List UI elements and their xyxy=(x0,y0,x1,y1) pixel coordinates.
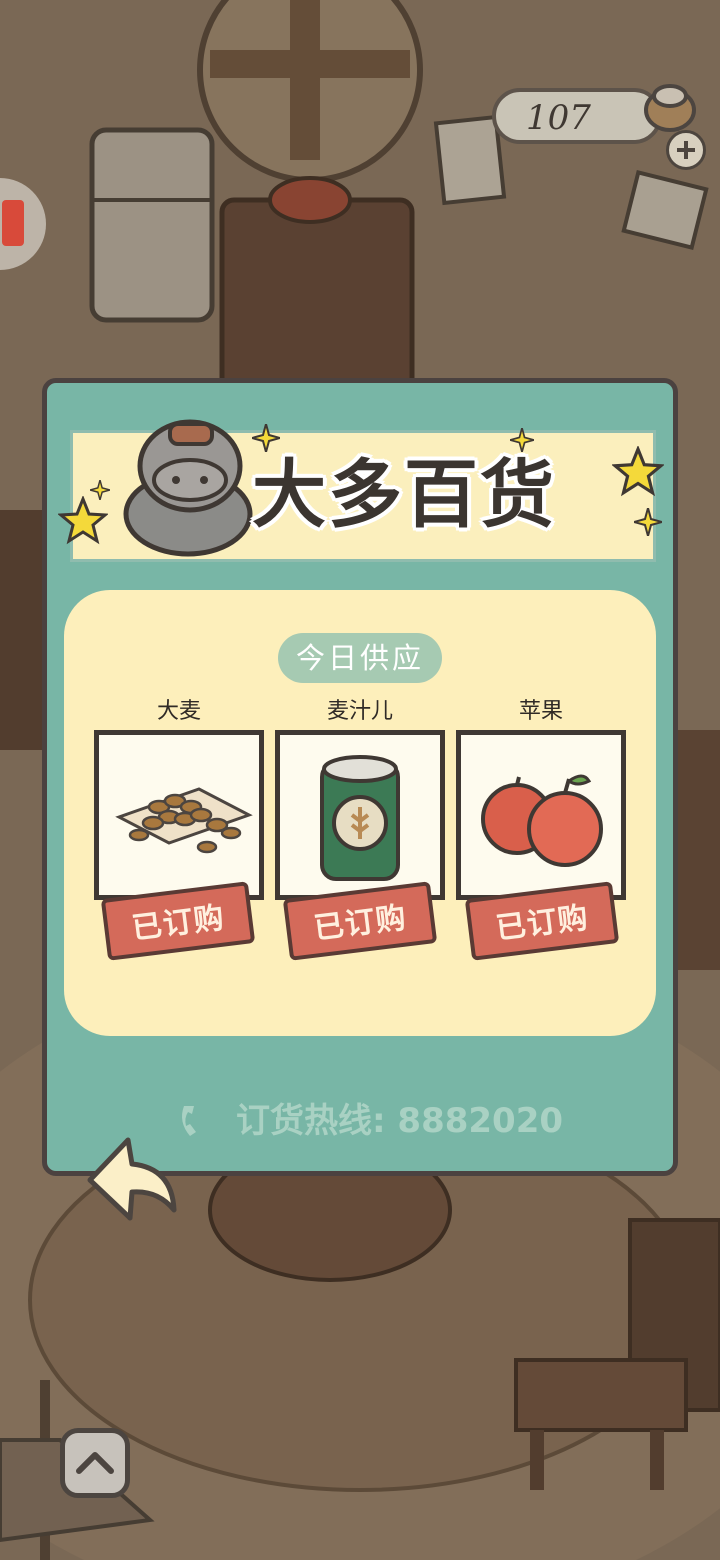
barley-icon xyxy=(115,787,253,854)
hippo-shopkeeper-icon xyxy=(110,408,270,562)
item-card-barley[interactable] xyxy=(94,730,264,900)
sparkle-icon xyxy=(90,480,110,500)
supply-label: 今日供应 xyxy=(278,633,442,683)
shop-title: 大多百货 xyxy=(252,452,556,538)
item-name-apple: 苹果 xyxy=(518,699,563,724)
coin-count: 107 xyxy=(526,98,591,138)
back-arrow-icon xyxy=(87,1137,177,1221)
item-card-apple[interactable] xyxy=(456,730,626,900)
red-badge-icon xyxy=(2,200,24,246)
character-icon[interactable] xyxy=(640,76,700,136)
sparkle-icon xyxy=(634,508,662,536)
wort-can-icon xyxy=(320,755,400,881)
item-name-barley: 大麦 xyxy=(156,699,201,724)
apples-icon xyxy=(481,774,603,867)
chevron-up-icon xyxy=(76,1452,114,1474)
add-coins-button[interactable] xyxy=(666,130,706,170)
item-card-wort[interactable] xyxy=(275,730,445,900)
hotline-text: 订货热线: 8882020 xyxy=(236,1101,564,1141)
phone-icon xyxy=(182,1106,196,1136)
back-button[interactable] xyxy=(84,1134,180,1228)
expand-menu-button[interactable] xyxy=(60,1428,130,1498)
coin-counter: 107 xyxy=(492,88,662,144)
star-icon xyxy=(58,496,108,545)
item-name-wort: 麦汁儿 xyxy=(326,699,393,724)
